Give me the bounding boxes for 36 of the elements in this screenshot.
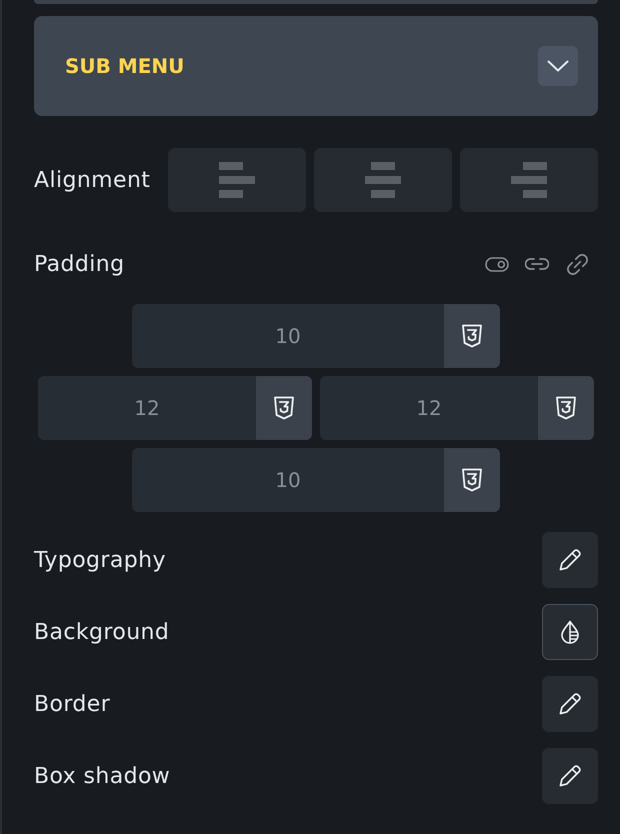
unit-button[interactable] bbox=[538, 376, 594, 440]
css3-icon bbox=[461, 468, 483, 492]
edit-button[interactable] bbox=[542, 748, 598, 804]
color-button[interactable] bbox=[542, 604, 598, 660]
padding-input[interactable]: 10 bbox=[132, 448, 444, 512]
toggle-icon[interactable] bbox=[485, 256, 509, 272]
unit-button[interactable] bbox=[444, 304, 500, 368]
padding-input[interactable]: 10 bbox=[132, 304, 444, 368]
padding-input[interactable]: 12 bbox=[38, 376, 256, 440]
chevron-down-icon bbox=[547, 60, 569, 72]
alignment-label: Alignment bbox=[34, 168, 150, 192]
unit-button[interactable] bbox=[256, 376, 312, 440]
pencil-icon bbox=[558, 548, 582, 572]
sub-menu-header[interactable]: SUB MENU bbox=[34, 16, 598, 116]
expand-button[interactable] bbox=[538, 46, 578, 86]
edit-button[interactable] bbox=[542, 676, 598, 732]
align-left-icon bbox=[219, 162, 255, 198]
pencil-icon bbox=[558, 692, 582, 716]
align-center-icon bbox=[365, 162, 401, 198]
unit-button[interactable] bbox=[444, 448, 500, 512]
link-icon[interactable] bbox=[525, 257, 549, 271]
row-label: Typography bbox=[34, 548, 166, 572]
css3-icon bbox=[273, 396, 295, 420]
align-right-icon bbox=[511, 162, 547, 198]
row-label: Box shadow bbox=[34, 764, 170, 788]
padding-input[interactable]: 12 bbox=[320, 376, 538, 440]
pencil-icon bbox=[558, 764, 582, 788]
row-label: Border bbox=[34, 692, 110, 716]
edit-button[interactable] bbox=[542, 532, 598, 588]
sub-menu-title: SUB MENU bbox=[65, 54, 184, 78]
droplet-icon bbox=[560, 620, 580, 644]
row-label: Background bbox=[34, 620, 170, 644]
css3-icon bbox=[555, 396, 577, 420]
padding-label: Padding bbox=[34, 252, 125, 276]
css3-icon bbox=[461, 324, 483, 348]
link-icon[interactable] bbox=[565, 252, 590, 276]
